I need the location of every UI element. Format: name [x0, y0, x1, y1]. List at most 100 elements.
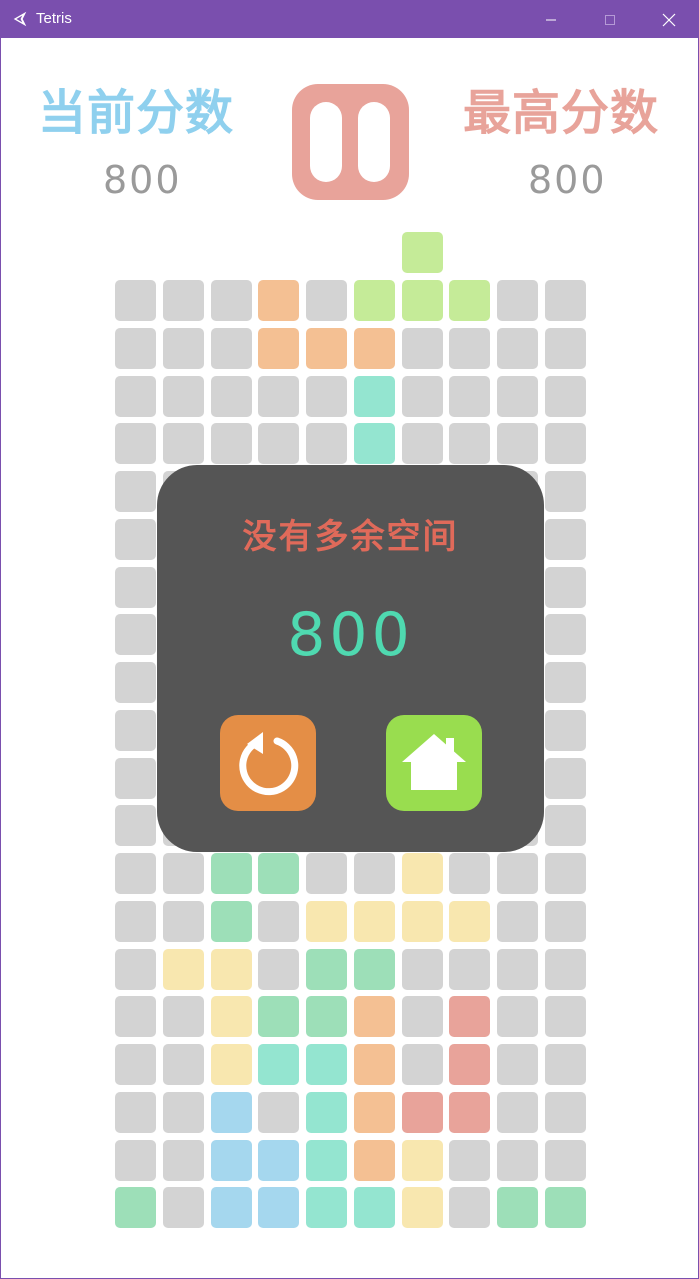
board-block [353, 1044, 395, 1085]
board-block [306, 948, 347, 990]
board-cell-empty [544, 709, 586, 751]
board-block [306, 327, 347, 369]
board-cell-empty [115, 948, 156, 990]
board-block [449, 1091, 491, 1133]
board-cell-empty [401, 423, 443, 465]
board-cell-empty [162, 423, 204, 465]
board-cell-empty [544, 757, 586, 799]
board-block [115, 1187, 156, 1229]
board-block [306, 996, 347, 1038]
board-block [401, 1091, 443, 1133]
board-cell-empty [544, 614, 586, 656]
home-icon [402, 734, 466, 790]
board-block [353, 1091, 395, 1133]
board-block [449, 996, 491, 1038]
board-cell-empty [497, 327, 538, 369]
board-block [162, 948, 204, 990]
board-cell-empty [497, 948, 538, 990]
board-cell-empty [544, 471, 586, 512]
board-cell-empty [115, 805, 156, 847]
board-cell-empty [401, 948, 443, 990]
board-block [210, 1044, 252, 1085]
board-cell-empty [115, 900, 156, 942]
board-cell-empty [115, 757, 156, 799]
board-cell-empty [162, 375, 204, 417]
pause-icon-bar-right [358, 102, 390, 182]
board-cell-empty [115, 1044, 156, 1085]
board-cell-empty [115, 518, 156, 560]
restart-button[interactable] [220, 715, 316, 811]
board-cell-empty [115, 709, 156, 751]
board-cell-empty [544, 948, 586, 990]
unity-logo-icon [13, 11, 27, 27]
board-block [210, 1139, 252, 1181]
board-block [401, 900, 443, 942]
current-score-label: 当前分数 [38, 85, 235, 141]
current-score-value: 800 [103, 158, 182, 202]
home-button[interactable] [386, 715, 482, 811]
board-cell-empty [497, 853, 538, 894]
close-button[interactable] [646, 1, 692, 38]
board-cell-empty [115, 853, 156, 894]
board-cell-empty [162, 280, 204, 321]
board-cell-empty [544, 375, 586, 417]
board-cell-empty [544, 327, 586, 369]
board-block [353, 900, 395, 942]
board-cell-empty [162, 1187, 204, 1229]
board-cell-empty [544, 1044, 586, 1085]
board-block [449, 900, 491, 942]
board-cell-empty [115, 996, 156, 1038]
board-cell-empty [258, 1091, 300, 1133]
board-cell-empty [306, 423, 347, 465]
board-cell-empty [544, 1091, 586, 1133]
close-icon [662, 13, 676, 26]
board-block [544, 1187, 586, 1229]
board-cell-empty [449, 948, 491, 990]
board-cell-empty [162, 1139, 204, 1181]
board-cell-empty [162, 900, 204, 942]
maximize-button[interactable] [587, 1, 633, 38]
board-cell-empty [306, 853, 347, 894]
board-block [258, 280, 300, 321]
board-cell-empty [115, 662, 156, 703]
falling-block [401, 232, 443, 274]
board-cell-empty [353, 853, 395, 894]
board-cell-empty [544, 662, 586, 703]
board-cell-empty [401, 1044, 443, 1085]
board-cell-empty [544, 900, 586, 942]
board-cell-empty [258, 900, 300, 942]
board-block [353, 327, 395, 369]
board-cell-empty [544, 853, 586, 894]
board-block [258, 853, 300, 894]
board-block [210, 996, 252, 1038]
board-block [210, 900, 252, 942]
board-cell-empty [210, 423, 252, 465]
board-cell-empty [497, 1044, 538, 1085]
board-cell-empty [115, 1091, 156, 1133]
board-cell-empty [258, 423, 300, 465]
board-cell-empty [497, 280, 538, 321]
board-cell-empty [115, 280, 156, 321]
board-cell-empty [497, 423, 538, 465]
board-block [353, 948, 395, 990]
minimize-button[interactable] [528, 1, 574, 38]
board-block [210, 948, 252, 990]
board-block [210, 1091, 252, 1133]
board-cell-empty [115, 375, 156, 417]
board-block [353, 1187, 395, 1229]
board-block [306, 1044, 347, 1085]
pause-button[interactable] [292, 84, 409, 200]
board-cell-empty [162, 1044, 204, 1085]
board-cell-empty [544, 805, 586, 847]
final-score: 800 [287, 600, 414, 670]
board-cell-empty [162, 996, 204, 1038]
board-block [306, 1187, 347, 1229]
board-block [353, 375, 395, 417]
game-over-dialog: 没有多余空间 800 [157, 465, 544, 852]
board-cell-empty [497, 900, 538, 942]
board-block [210, 853, 252, 894]
board-cell-empty [449, 1187, 491, 1229]
board-block [353, 423, 395, 465]
board-cell-empty [544, 423, 586, 465]
board-block [401, 1187, 443, 1229]
